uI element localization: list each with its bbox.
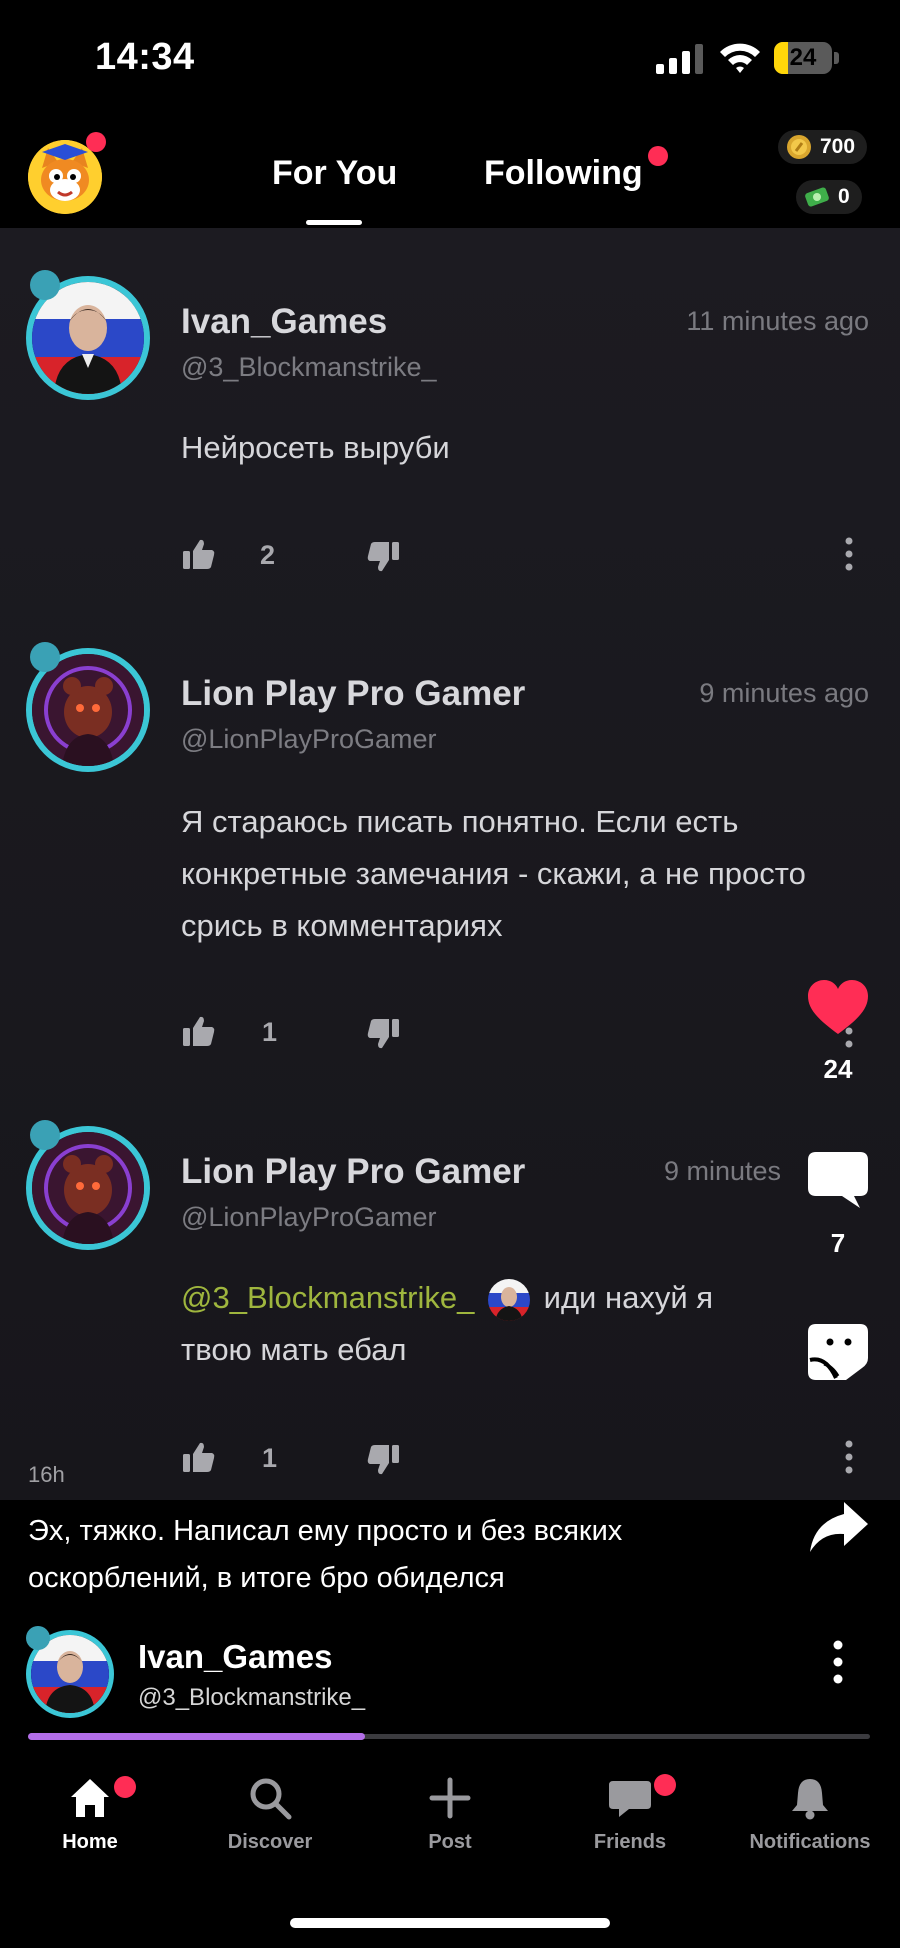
- wifi-icon: [720, 43, 760, 73]
- like-count: 2: [260, 540, 276, 570]
- comment-text: @3_Blockmanstrike_ иди нахуй я: [181, 1272, 871, 1324]
- comment-text-after-mention: иди нахуй я: [543, 1280, 714, 1315]
- thumbs-down-icon[interactable]: [366, 1443, 400, 1477]
- friends-notification-dot: [654, 1774, 676, 1796]
- post-more-icon[interactable]: [832, 1640, 844, 1684]
- bell-icon: [792, 1779, 828, 1820]
- coin-icon: [787, 135, 811, 159]
- thumbs-up-icon[interactable]: [182, 537, 216, 571]
- share-icon[interactable]: [806, 1498, 870, 1558]
- comment-author-name[interactable]: Lion Play Pro Gamer: [181, 674, 525, 714]
- tab-for-you[interactable]: For You: [272, 154, 397, 193]
- comment-time: 9 minutes ago: [699, 678, 869, 708]
- comment-time: 9 minutes: [664, 1156, 782, 1186]
- plus-icon: [429, 1777, 471, 1819]
- comment-author-handle: @LionPlayProGamer: [181, 1202, 437, 1232]
- nav-discover-label: Discover: [227, 1831, 313, 1853]
- comment-more-icon[interactable]: [844, 537, 854, 571]
- search-icon: [250, 1778, 292, 1820]
- battery-level: 24: [789, 44, 817, 71]
- coins-count: 700: [820, 135, 856, 158]
- nav-friends-label: Friends: [593, 1831, 667, 1853]
- nav-discover[interactable]: Discover: [200, 1775, 340, 1854]
- heart-icon[interactable]: [806, 978, 870, 1038]
- chat-icon: [609, 1781, 651, 1817]
- user-badge-icon: [30, 270, 60, 300]
- nav-friends[interactable]: Friends: [560, 1775, 700, 1854]
- post-caption[interactable]: Эх, тяжко. Написал ему просто и без всяк…: [28, 1508, 788, 1602]
- comment-text: Я стараюсь писать понятно. Если есть кон…: [181, 804, 806, 943]
- author-handle: @3_Blockmanstrike_: [138, 1684, 366, 1711]
- cash-balance[interactable]: 0: [796, 180, 862, 214]
- nav-home[interactable]: Home: [20, 1775, 160, 1854]
- comment-author-name[interactable]: Ivan_Games: [181, 302, 387, 342]
- tab-following[interactable]: Following: [484, 154, 643, 193]
- home-icon: [71, 1779, 109, 1817]
- comment-text: Нейросеть выруби: [181, 430, 450, 465]
- user-badge-icon: [30, 642, 60, 672]
- nav-post[interactable]: Post: [380, 1775, 520, 1854]
- battery-icon: 24: [774, 42, 840, 76]
- video-progress-fill: [28, 1733, 365, 1740]
- cash-icon: [805, 187, 829, 207]
- mention-link[interactable]: @3_Blockmanstrike_: [181, 1280, 474, 1315]
- comment-more-icon[interactable]: [844, 1440, 854, 1474]
- thumbs-up-icon[interactable]: [182, 1440, 216, 1474]
- comment-author-name[interactable]: Lion Play Pro Gamer: [181, 1152, 525, 1192]
- home-indicator: [290, 1918, 610, 1928]
- user-badge-icon: [30, 1120, 60, 1150]
- status-time: 14:34: [95, 36, 195, 78]
- following-notification-dot: [648, 146, 668, 166]
- active-tab-indicator: [306, 220, 362, 225]
- author-name[interactable]: Ivan_Games: [138, 1638, 332, 1676]
- mention-avatar: [488, 1278, 530, 1321]
- like-count: 1: [262, 1443, 278, 1473]
- post-like-count: 24: [823, 1054, 853, 1084]
- comment-time: 11 minutes ago: [686, 306, 869, 336]
- home-notification-dot: [114, 1776, 136, 1798]
- nav-home-label: Home: [62, 1831, 118, 1853]
- comment-bubble-icon[interactable]: [806, 1150, 870, 1210]
- profile-notification-dot: [86, 132, 106, 152]
- cash-count: 0: [838, 185, 850, 208]
- sticker-icon[interactable]: [806, 1322, 870, 1382]
- coins-balance[interactable]: 700: [778, 130, 868, 164]
- thumbs-down-icon[interactable]: [366, 540, 400, 574]
- nav-post-label: Post: [428, 1831, 472, 1853]
- comment-author-handle: @LionPlayProGamer: [181, 724, 437, 754]
- post-age: 16h: [28, 1462, 65, 1487]
- user-badge-icon: [26, 1626, 50, 1650]
- thumbs-up-icon[interactable]: [182, 1014, 216, 1048]
- comment-text-line: твою мать ебал: [181, 1332, 407, 1367]
- nav-notifications[interactable]: Notifications: [740, 1775, 880, 1854]
- thumbs-down-icon[interactable]: [366, 1017, 400, 1051]
- cellular-signal-icon: [656, 44, 703, 74]
- post-comment-count: 7: [830, 1228, 846, 1258]
- nav-notifications-label: Notifications: [749, 1831, 871, 1853]
- comment-author-handle: @3_Blockmanstrike_: [181, 352, 437, 382]
- like-count: 1: [262, 1017, 278, 1047]
